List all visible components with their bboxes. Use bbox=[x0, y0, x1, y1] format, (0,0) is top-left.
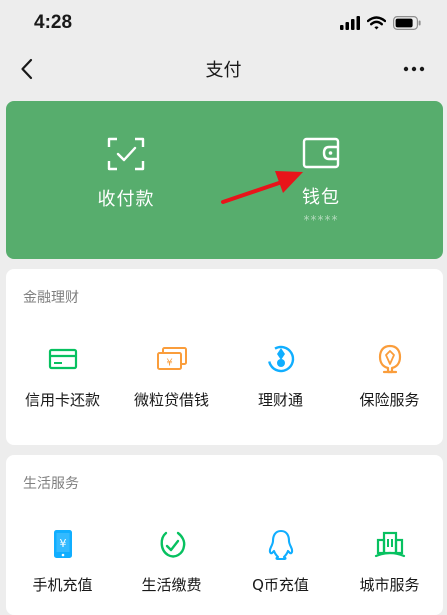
nav-bar: 支付 bbox=[0, 46, 447, 92]
life-services-section: 生活服务 ¥ 手机充值 生活缴费 Q币充值 城市服务 bbox=[6, 455, 443, 615]
loan-yuan-icon: ¥ bbox=[156, 347, 187, 370]
credit-card-repay-label: 信用卡还款 bbox=[24, 391, 100, 409]
leaf-check-icon bbox=[160, 531, 185, 558]
insurance-icon bbox=[378, 344, 401, 374]
insurance-button[interactable]: 保险服务 bbox=[335, 342, 444, 410]
finance-section: 金融理财 信用卡还款 ¥ 微粒贷借钱 理财通 保险服务 bbox=[6, 269, 443, 445]
status-icons bbox=[340, 16, 421, 30]
utility-bill-label: 生活缴费 bbox=[141, 576, 202, 594]
section-title: 金融理财 bbox=[23, 290, 79, 306]
weili-loan-button[interactable]: ¥ 微粒贷借钱 bbox=[117, 342, 226, 410]
more-dots-icon bbox=[403, 66, 425, 72]
wifi-icon bbox=[367, 16, 386, 30]
q-coin-topup-label: Q币充值 bbox=[252, 576, 309, 594]
utility-bill-button[interactable]: 生活缴费 bbox=[117, 527, 226, 595]
city-services-label: 城市服务 bbox=[359, 576, 420, 594]
weili-loan-label: 微粒贷借钱 bbox=[133, 391, 209, 409]
status-bar: 4:28 bbox=[0, 0, 447, 46]
credit-card-icon bbox=[48, 348, 77, 370]
pay-card: 收付款 钱包 ***** bbox=[6, 101, 443, 259]
wallet-button[interactable]: 钱包 ***** bbox=[261, 137, 381, 227]
credit-card-repay-button[interactable]: 信用卡还款 bbox=[8, 342, 117, 410]
wealth-icon bbox=[267, 345, 294, 373]
cellular-signal-icon bbox=[340, 16, 360, 30]
city-services-button[interactable]: 城市服务 bbox=[335, 527, 444, 595]
phone-topup-label: 手机充值 bbox=[32, 576, 93, 594]
chevron-left-icon bbox=[21, 58, 33, 80]
phone-topup-button[interactable]: ¥ 手机充值 bbox=[8, 527, 117, 595]
section-title: 生活服务 bbox=[23, 476, 79, 492]
status-time: 4:28 bbox=[34, 12, 73, 33]
scan-frame-check-icon bbox=[107, 137, 145, 171]
wallet-balance-mask: ***** bbox=[303, 213, 339, 227]
city-buildings-icon bbox=[374, 531, 405, 558]
back-button[interactable] bbox=[12, 54, 42, 84]
wallet-icon bbox=[302, 137, 340, 169]
licaitong-label: 理财通 bbox=[257, 391, 303, 409]
receive-pay-button[interactable]: 收付款 bbox=[66, 137, 186, 211]
svg-text:¥: ¥ bbox=[59, 537, 66, 550]
svg-text:¥: ¥ bbox=[166, 358, 172, 369]
wallet-label: 钱包 bbox=[302, 187, 340, 208]
receive-pay-label: 收付款 bbox=[97, 189, 155, 210]
phone-yuan-icon: ¥ bbox=[53, 530, 72, 558]
more-button[interactable] bbox=[399, 54, 429, 84]
page-title: 支付 bbox=[205, 60, 242, 81]
qq-penguin-icon bbox=[268, 529, 293, 560]
licaitong-button[interactable]: 理财通 bbox=[226, 342, 335, 410]
q-coin-topup-button[interactable]: Q币充值 bbox=[226, 527, 335, 595]
insurance-label: 保险服务 bbox=[359, 391, 420, 409]
battery-icon bbox=[393, 16, 421, 30]
